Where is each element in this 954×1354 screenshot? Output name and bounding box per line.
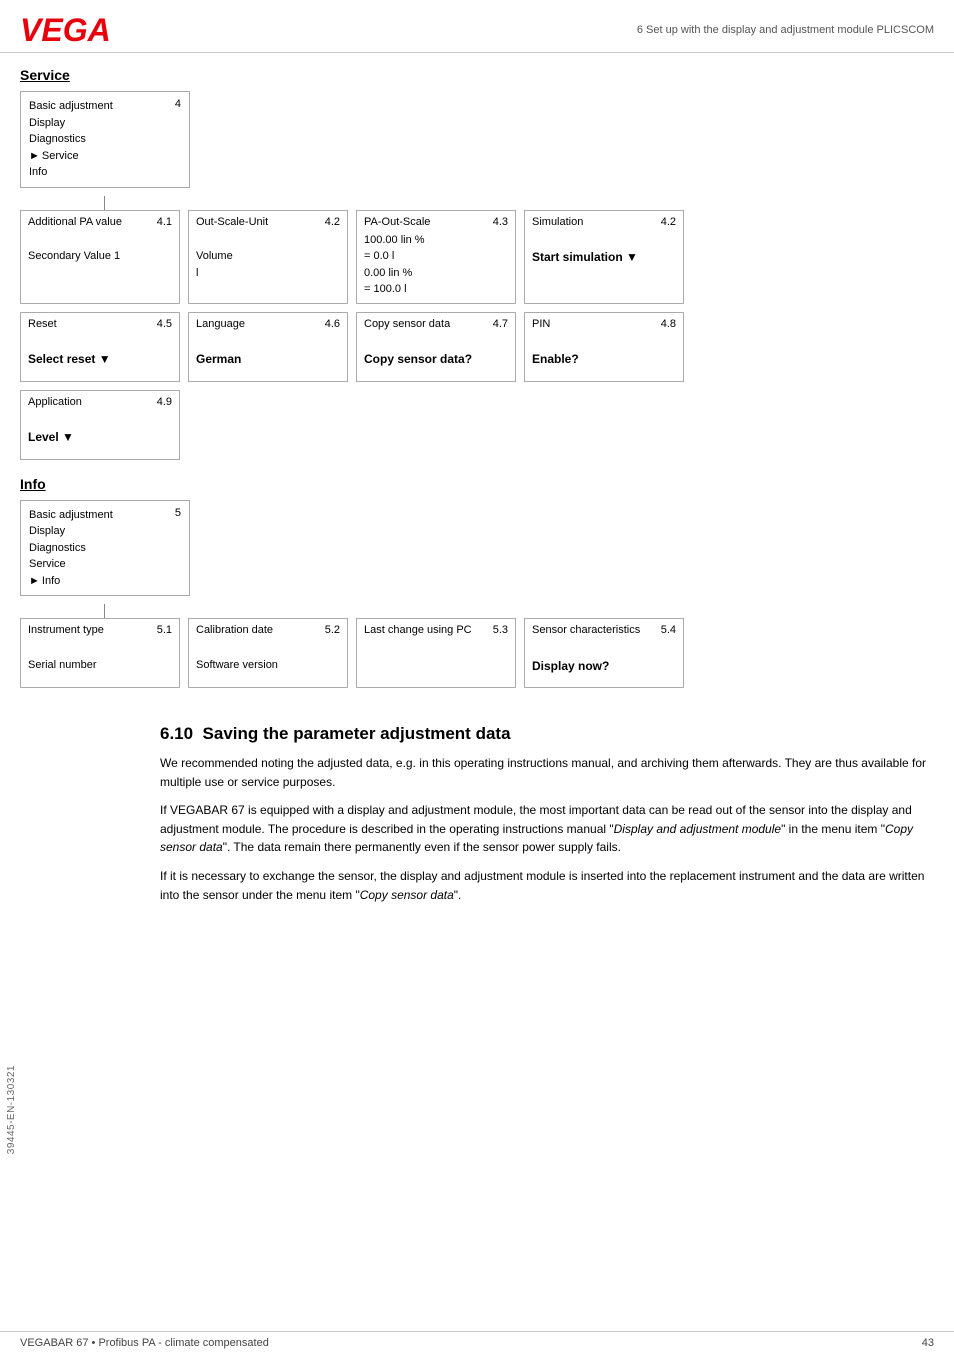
out-scale-unit-content: Volumel xyxy=(196,232,340,282)
article-title-text: Saving the parameter adjustment data xyxy=(203,724,511,743)
application-number: 4.9 xyxy=(157,396,172,408)
menu-item-diagnostics: Diagnostics xyxy=(29,131,181,148)
sensor-characteristics-title: Sensor characteristics xyxy=(532,624,640,636)
additional-pa-value-number: 4.1 xyxy=(157,216,172,228)
header: VEGA 6 Set up with the display and adjus… xyxy=(0,0,954,53)
menu-item-info: Info xyxy=(29,164,181,181)
header-subtitle: 6 Set up with the display and adjustment… xyxy=(637,14,934,36)
simulation-title: Simulation xyxy=(532,216,583,228)
calibration-date-number: 5.2 xyxy=(325,624,340,636)
additional-pa-value-box: Additional PA value 4.1 Secondary Value … xyxy=(20,210,180,304)
instrument-type-number: 5.1 xyxy=(157,624,172,636)
sensor-characteristics-box: Sensor characteristics 5.4 Display now? xyxy=(524,618,684,688)
application-title: Application xyxy=(28,396,82,408)
logo: VEGA xyxy=(20,14,111,46)
side-label: 39445-EN-130321 xyxy=(6,1065,17,1154)
article-section: 6.10 Saving the parameter adjustment dat… xyxy=(140,704,954,934)
pin-number: 4.8 xyxy=(661,318,676,330)
pin-title: PIN xyxy=(532,318,550,330)
copy-sensor-data-number: 4.7 xyxy=(493,318,508,330)
service-menu-number: 4 xyxy=(175,98,181,110)
service-section: Service 4 Basic adjustment Display Diagn… xyxy=(20,67,934,460)
pa-out-scale-box: PA-Out-Scale 4.3 100.00 lin %= 0.0 l0.00… xyxy=(356,210,516,304)
additional-pa-value-content: Secondary Value 1 xyxy=(28,232,172,265)
info-menu-item-diagnostics: Diagnostics xyxy=(29,540,181,557)
last-change-box: Last change using PC 5.3 xyxy=(356,618,516,688)
instrument-type-box: Instrument type 5.1 Serial number xyxy=(20,618,180,688)
last-change-number: 5.3 xyxy=(493,624,508,636)
copy-sensor-data-title: Copy sensor data xyxy=(364,318,450,330)
simulation-box: Simulation 4.2 Start simulation ▼ xyxy=(524,210,684,304)
simulation-content: Start simulation ▼ xyxy=(532,232,676,267)
article-title: 6.10 Saving the parameter adjustment dat… xyxy=(160,724,934,744)
language-title: Language xyxy=(196,318,245,330)
language-box: Language 4.6 German xyxy=(188,312,348,382)
info-menu-item-info: ► Info xyxy=(29,573,181,590)
out-scale-unit-title: Out-Scale-Unit xyxy=(196,216,268,228)
service-menu-box: 4 Basic adjustment Display Diagnostics ►… xyxy=(20,91,190,188)
calibration-date-content: Software version xyxy=(196,640,340,673)
main-content: Service 4 Basic adjustment Display Diagn… xyxy=(0,53,954,688)
instrument-type-title: Instrument type xyxy=(28,624,104,636)
sensor-characteristics-content: Display now? xyxy=(532,640,676,675)
footer-left: VEGABAR 67 • Profibus PA - climate compe… xyxy=(20,1337,269,1349)
service-row3: Application 4.9 Level ▼ xyxy=(20,390,934,460)
info-section: Info 5 Basic adjustment Display Diagnost… xyxy=(20,476,934,689)
service-menu-row: 4 Basic adjustment Display Diagnostics ►… xyxy=(20,91,934,188)
info-menu-number: 5 xyxy=(175,507,181,519)
info-menu-box: 5 Basic adjustment Display Diagnostics S… xyxy=(20,500,190,597)
info-menu-item-display: Display xyxy=(29,523,181,540)
copy-sensor-data-content: Copy sensor data? xyxy=(364,334,508,369)
language-number: 4.6 xyxy=(325,318,340,330)
reset-box: Reset 4.5 Select reset ▼ xyxy=(20,312,180,382)
article-para-3: If it is necessary to exchange the senso… xyxy=(160,867,934,904)
out-scale-unit-box: Out-Scale-Unit 4.2 Volumel xyxy=(188,210,348,304)
service-connector-line xyxy=(104,196,105,210)
menu-item-display: Display xyxy=(29,115,181,132)
application-content: Level ▼ xyxy=(28,412,172,447)
last-change-title: Last change using PC xyxy=(364,624,472,636)
pa-out-scale-title: PA-Out-Scale xyxy=(364,216,430,228)
language-content: German xyxy=(196,334,340,369)
out-scale-unit-number: 4.2 xyxy=(325,216,340,228)
article-body: We recommended noting the adjusted data,… xyxy=(160,754,934,904)
service-row2: Reset 4.5 Select reset ▼ Language 4.6 Ge… xyxy=(20,312,934,382)
footer-right: 43 xyxy=(922,1337,934,1349)
pa-out-scale-content: 100.00 lin %= 0.0 l0.00 lin %= 100.0 l xyxy=(364,232,508,298)
article-para-2: If VEGABAR 67 is equipped with a display… xyxy=(160,801,934,857)
reset-number: 4.5 xyxy=(157,318,172,330)
info-menu-row: 5 Basic adjustment Display Diagnostics S… xyxy=(20,500,934,597)
info-menu-item-service: Service xyxy=(29,556,181,573)
reset-title: Reset xyxy=(28,318,57,330)
application-box: Application 4.9 Level ▼ xyxy=(20,390,180,460)
info-menu-item-basic: Basic adjustment xyxy=(29,507,181,524)
sensor-characteristics-number: 5.4 xyxy=(661,624,676,636)
pa-out-scale-number: 4.3 xyxy=(493,216,508,228)
pin-content: Enable? xyxy=(532,334,676,369)
info-title: Info xyxy=(20,476,934,492)
footer: VEGABAR 67 • Profibus PA - climate compe… xyxy=(0,1331,954,1354)
copy-sensor-data-box: Copy sensor data 4.7 Copy sensor data? xyxy=(356,312,516,382)
article-para-1: We recommended noting the adjusted data,… xyxy=(160,754,934,791)
calibration-date-box: Calibration date 5.2 Software version xyxy=(188,618,348,688)
article-number: 6.10 xyxy=(160,724,193,743)
reset-content: Select reset ▼ xyxy=(28,334,172,369)
info-row1: Instrument type 5.1 Serial number Calibr… xyxy=(20,618,934,688)
additional-pa-value-title: Additional PA value xyxy=(28,216,122,228)
calibration-date-title: Calibration date xyxy=(196,624,273,636)
info-connector-line xyxy=(104,604,105,618)
instrument-type-content: Serial number xyxy=(28,640,172,673)
service-row1: Additional PA value 4.1 Secondary Value … xyxy=(20,210,934,304)
menu-item-basic-adj: Basic adjustment xyxy=(29,98,181,115)
menu-item-service: ► Service xyxy=(29,148,181,165)
pin-box: PIN 4.8 Enable? xyxy=(524,312,684,382)
service-title: Service xyxy=(20,67,934,83)
simulation-number: 4.2 xyxy=(661,216,676,228)
